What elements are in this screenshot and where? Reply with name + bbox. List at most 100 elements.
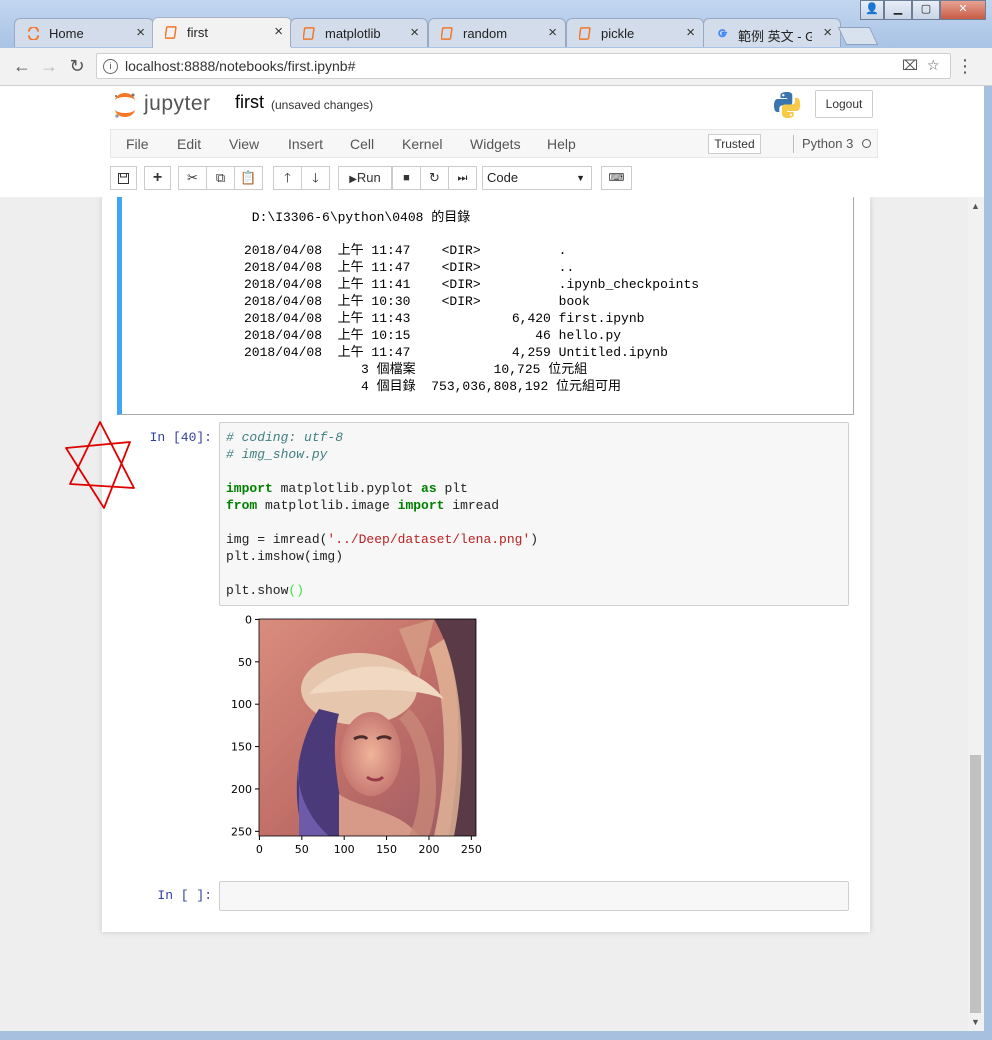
- y-tick-label: 50: [238, 656, 252, 669]
- stop-icon[interactable]: ■: [392, 166, 421, 190]
- code-text: imread: [444, 498, 500, 513]
- y-tick-label: 200: [231, 783, 252, 796]
- menu-cell[interactable]: Cell: [350, 136, 374, 152]
- jupyter-brand: jupyter: [144, 92, 211, 115]
- code-text: img = imread(: [226, 532, 328, 547]
- chrome-menu-icon[interactable]: ⋮: [956, 56, 974, 77]
- menu-help[interactable]: Help: [547, 136, 576, 152]
- notebook-menubar: File Edit View Insert Cell Kernel Widget…: [110, 129, 878, 158]
- move-down-icon[interactable]: 🡓: [301, 166, 330, 190]
- code-text: # coding: utf-8 # img_show.py import mat…: [226, 429, 538, 599]
- code-text: plt: [436, 481, 468, 496]
- new-tab-button[interactable]: [837, 27, 879, 45]
- jupyter-icon: [27, 27, 40, 40]
- close-window-button[interactable]: ✕: [940, 0, 986, 20]
- move-up-icon[interactable]: 🡑: [273, 166, 302, 190]
- output-line: 3 個檔案 10,725 位元組: [244, 362, 588, 377]
- fast-forward-icon[interactable]: ⏭: [448, 166, 477, 190]
- x-tick-label: 0: [256, 843, 263, 856]
- close-icon[interactable]: ×: [136, 24, 145, 41]
- y-axis: 0 50 100 150 200 250: [231, 613, 259, 838]
- y-tick-label: 0: [245, 615, 252, 626]
- restart-icon[interactable]: ↻: [420, 166, 449, 190]
- selected-cell[interactable]: D:\I3306-6\python\0408 的目錄 2018/04/08 上午 …: [117, 197, 854, 415]
- menu-widgets[interactable]: Widgets: [470, 136, 521, 152]
- x-tick-label: 150: [376, 843, 397, 856]
- code-keyword: import: [226, 481, 273, 496]
- paste-icon[interactable]: 📋: [234, 166, 263, 190]
- tab-pickle[interactable]: pickle ×: [566, 18, 704, 47]
- output-line: 2018/04/08 上午 11:47 4,259 Untitled.ipynb: [244, 345, 668, 360]
- window-controls: 👤 ▁ ▢ ✕: [860, 0, 986, 20]
- plot-output: 0 50 100 150 200 250 0 50 100 150 200 250: [222, 613, 492, 865]
- maximize-button[interactable]: ▢: [912, 0, 940, 20]
- jupyter-header: jupyter first (unsaved changes) Logout F…: [0, 86, 992, 198]
- code-cell-editor[interactable]: # coding: utf-8 # img_show.py import mat…: [219, 422, 849, 606]
- code-text: plt.show: [226, 583, 289, 598]
- code-string: '../Deep/dataset/lena.png': [327, 532, 531, 547]
- code-comment: # coding: utf-8: [226, 430, 344, 445]
- close-icon[interactable]: ×: [410, 24, 419, 41]
- menu-kernel[interactable]: Kernel: [402, 136, 442, 152]
- caret-down-icon: ▼: [576, 173, 585, 183]
- menu-view[interactable]: View: [229, 136, 259, 152]
- address-bar: ← → ↻ i localhost:8888/notebooks/first.i…: [0, 48, 992, 86]
- code-text: ): [530, 532, 539, 547]
- translate-icon[interactable]: ⌧: [902, 57, 918, 74]
- notebook-toolbar: + ✂ ⧉ 📋 🡑 🡓 ▶Run ■ ↻ ⏭ Code ▼ ⌨: [110, 166, 878, 192]
- code-keyword: from: [226, 498, 258, 513]
- tab-label: random: [463, 26, 508, 41]
- url-text: localhost:8888/notebooks/first.ipynb#: [125, 58, 356, 74]
- close-icon[interactable]: ×: [686, 24, 695, 41]
- url-field[interactable]: i localhost:8888/notebooks/first.ipynb# …: [96, 53, 951, 79]
- menu-insert[interactable]: Insert: [288, 136, 323, 152]
- close-icon[interactable]: ×: [548, 24, 557, 41]
- empty-code-cell[interactable]: [219, 881, 849, 911]
- jupyter-logo-icon[interactable]: [112, 90, 138, 120]
- minimize-button[interactable]: ▁: [884, 0, 912, 20]
- keyboard-icon[interactable]: ⌨: [601, 166, 632, 190]
- add-cell-icon[interactable]: +: [144, 166, 171, 190]
- trusted-badge[interactable]: Trusted: [708, 134, 761, 154]
- copy-icon[interactable]: ⧉: [206, 166, 235, 190]
- logout-button[interactable]: Logout: [815, 90, 873, 118]
- x-tick-label: 50: [295, 843, 309, 856]
- code-comment: # img_show.py: [226, 447, 328, 462]
- kernel-name[interactable]: Python 3: [802, 136, 853, 151]
- cell-type-select[interactable]: Code ▼: [482, 166, 592, 190]
- python-logo-icon: [774, 92, 801, 118]
- reload-icon[interactable]: ↻: [65, 55, 89, 77]
- menu-edit[interactable]: Edit: [177, 136, 201, 152]
- notebook-icon: [303, 27, 315, 40]
- save-icon[interactable]: [110, 166, 137, 190]
- notebook-title[interactable]: first: [235, 92, 264, 113]
- back-icon[interactable]: ←: [10, 55, 34, 77]
- info-icon[interactable]: i: [103, 59, 118, 74]
- window-frame: [0, 1031, 992, 1040]
- tab-first[interactable]: first ×: [152, 17, 292, 49]
- menu-file[interactable]: File: [126, 136, 149, 152]
- user-icon[interactable]: 👤: [860, 0, 884, 20]
- tab-random[interactable]: random ×: [428, 18, 566, 47]
- image-plot: 0 50 100 150 200 250 0 50 100 150 200 250: [231, 613, 482, 856]
- run-button[interactable]: ▶Run: [338, 166, 392, 190]
- star-icon[interactable]: ☆: [927, 57, 940, 74]
- tab-google[interactable]: 範例 英文 - Go ×: [703, 18, 841, 47]
- scroll-down-icon[interactable]: ▼: [971, 1017, 980, 1027]
- input-prompt: In [40]:: [149, 430, 212, 445]
- tab-matplotlib[interactable]: matplotlib ×: [290, 18, 428, 47]
- close-icon[interactable]: ×: [274, 23, 283, 40]
- tab-home[interactable]: Home ×: [14, 18, 154, 47]
- browser-titlebar: Home × first × matplotlib × random × pic…: [0, 0, 992, 49]
- x-tick-label: 250: [461, 843, 482, 856]
- close-icon[interactable]: ×: [823, 24, 832, 41]
- forward-icon[interactable]: →: [37, 55, 61, 77]
- scrollbar-thumb[interactable]: [970, 755, 981, 1013]
- code-keyword: as: [421, 481, 437, 496]
- vertical-scrollbar[interactable]: ▲ ▼: [968, 197, 984, 1031]
- lena-image: [259, 619, 476, 836]
- cut-icon[interactable]: ✂: [178, 166, 207, 190]
- x-tick-label: 100: [334, 843, 355, 856]
- scroll-up-icon[interactable]: ▲: [971, 201, 980, 211]
